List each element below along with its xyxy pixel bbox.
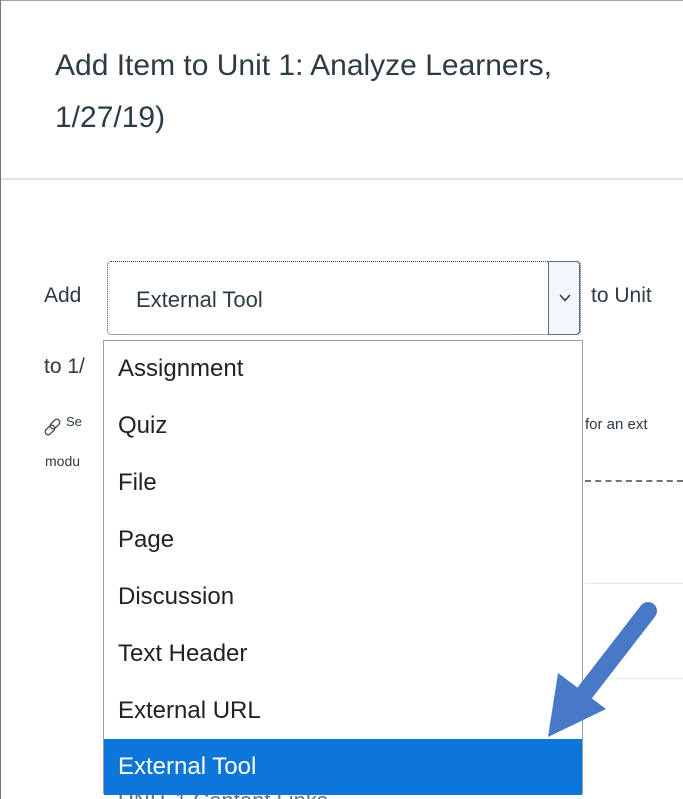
select-arrow-button[interactable] — [548, 261, 580, 335]
add-item-dialog: Add Item to Unit 1: Analyze Learners, 1/2… — [0, 0, 683, 799]
arrow-annotation-icon — [548, 602, 657, 737]
add-label: Add — [44, 284, 82, 307]
dropdown-option-page[interactable]: Page — [104, 512, 582, 568]
dropdown-option-text-header[interactable]: Text Header — [104, 626, 582, 682]
module-text: modu — [45, 453, 81, 469]
dialog-title-line-2: 1/27/19) — [55, 101, 166, 134]
dropdown-option-external-tool[interactable]: External Tool — [104, 739, 582, 795]
dropdown-option-discussion[interactable]: Discussion — [104, 569, 582, 625]
list-row-divider — [585, 583, 683, 584]
select-hint-text: Se — [66, 414, 82, 429]
dropdown-option-assignment[interactable]: Assignment — [104, 341, 582, 397]
frame-left-border — [0, 0, 1, 799]
dropdown-option-external-url[interactable]: External URL — [104, 683, 582, 739]
for-external-text: for an ext — [585, 416, 648, 433]
dropdown-option-quiz[interactable]: Quiz — [104, 398, 582, 454]
to-date-text: to 1/ — [44, 355, 85, 378]
chevron-down-icon — [559, 294, 571, 302]
item-type-select[interactable]: External Tool — [107, 261, 581, 335]
to-unit-text: to Unit — [591, 284, 652, 307]
dialog-title-line-1: Add Item to Unit 1: Analyze Learners, — [55, 49, 552, 82]
item-type-select-value: External Tool — [136, 287, 263, 312]
dashed-separator — [585, 480, 683, 482]
link-icon — [44, 418, 61, 436]
item-type-dropdown-list[interactable]: Assignment Quiz File Page Discussion Tex… — [103, 340, 583, 795]
dialog-title: Add Item to Unit 1: Analyze Learners, 1/2… — [55, 40, 683, 144]
title-divider — [1, 178, 683, 180]
frame-top-border — [0, 0, 683, 1]
dropdown-option-file[interactable]: File — [104, 455, 582, 511]
